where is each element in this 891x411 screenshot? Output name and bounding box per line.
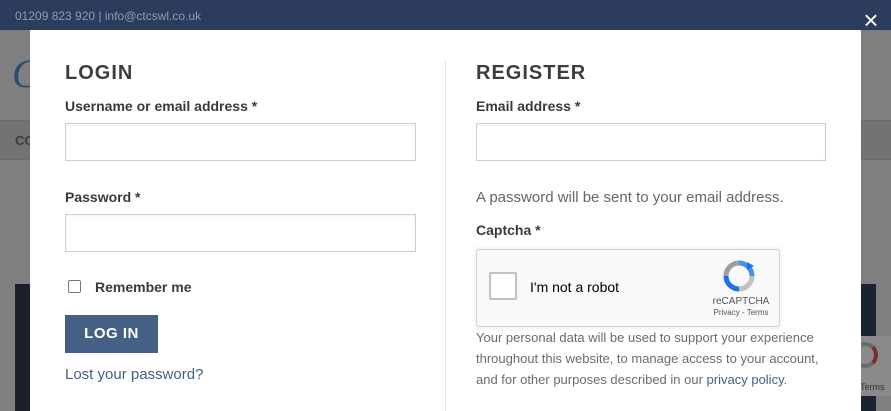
close-icon[interactable]: × bbox=[860, 7, 882, 33]
recaptcha-widget: I'm not a robot reCAPTCHA Privacy - Term… bbox=[476, 249, 780, 327]
recaptcha-logo-icon bbox=[723, 260, 755, 292]
privacy-policy-link[interactable]: privacy policy bbox=[707, 372, 784, 387]
captcha-label: Captcha * bbox=[476, 222, 541, 238]
password-label: Password * bbox=[65, 189, 141, 205]
recaptcha-brand: reCAPTCHA bbox=[712, 296, 770, 307]
login-title: LOGIN bbox=[65, 62, 134, 84]
top-bar: 01209 823 920 | info@ctcswl.co.uk bbox=[0, 0, 891, 30]
recaptcha-privacy-terms[interactable]: Privacy - Terms bbox=[709, 308, 773, 317]
password-input[interactable] bbox=[65, 214, 416, 252]
username-label: Username or email address * bbox=[65, 98, 258, 114]
password-note: A password will be sent to your email ad… bbox=[476, 189, 784, 206]
column-divider bbox=[445, 60, 446, 411]
register-title: REGISTER bbox=[476, 62, 587, 84]
email-label: Email address * bbox=[476, 98, 581, 114]
username-input[interactable] bbox=[65, 123, 416, 161]
login-register-modal: LOGIN Username or email address * Passwo… bbox=[30, 30, 861, 411]
remember-me-checkbox[interactable] bbox=[68, 280, 81, 293]
recaptcha-checkbox-label: I'm not a robot bbox=[530, 279, 620, 295]
email-input[interactable] bbox=[476, 123, 826, 161]
privacy-notice-end: . bbox=[783, 372, 788, 387]
recaptcha-checkbox[interactable] bbox=[489, 272, 517, 300]
login-button[interactable]: LOG IN bbox=[65, 315, 158, 353]
contact-info[interactable]: 01209 823 920 | info@ctcswl.co.uk bbox=[15, 9, 201, 23]
lost-password-link[interactable]: Lost your password? bbox=[65, 366, 203, 383]
privacy-notice: Your personal data will be used to suppo… bbox=[476, 327, 836, 390]
remember-me-label[interactable]: Remember me bbox=[95, 279, 192, 295]
recaptcha-badge-terms[interactable]: Terms bbox=[860, 382, 885, 392]
